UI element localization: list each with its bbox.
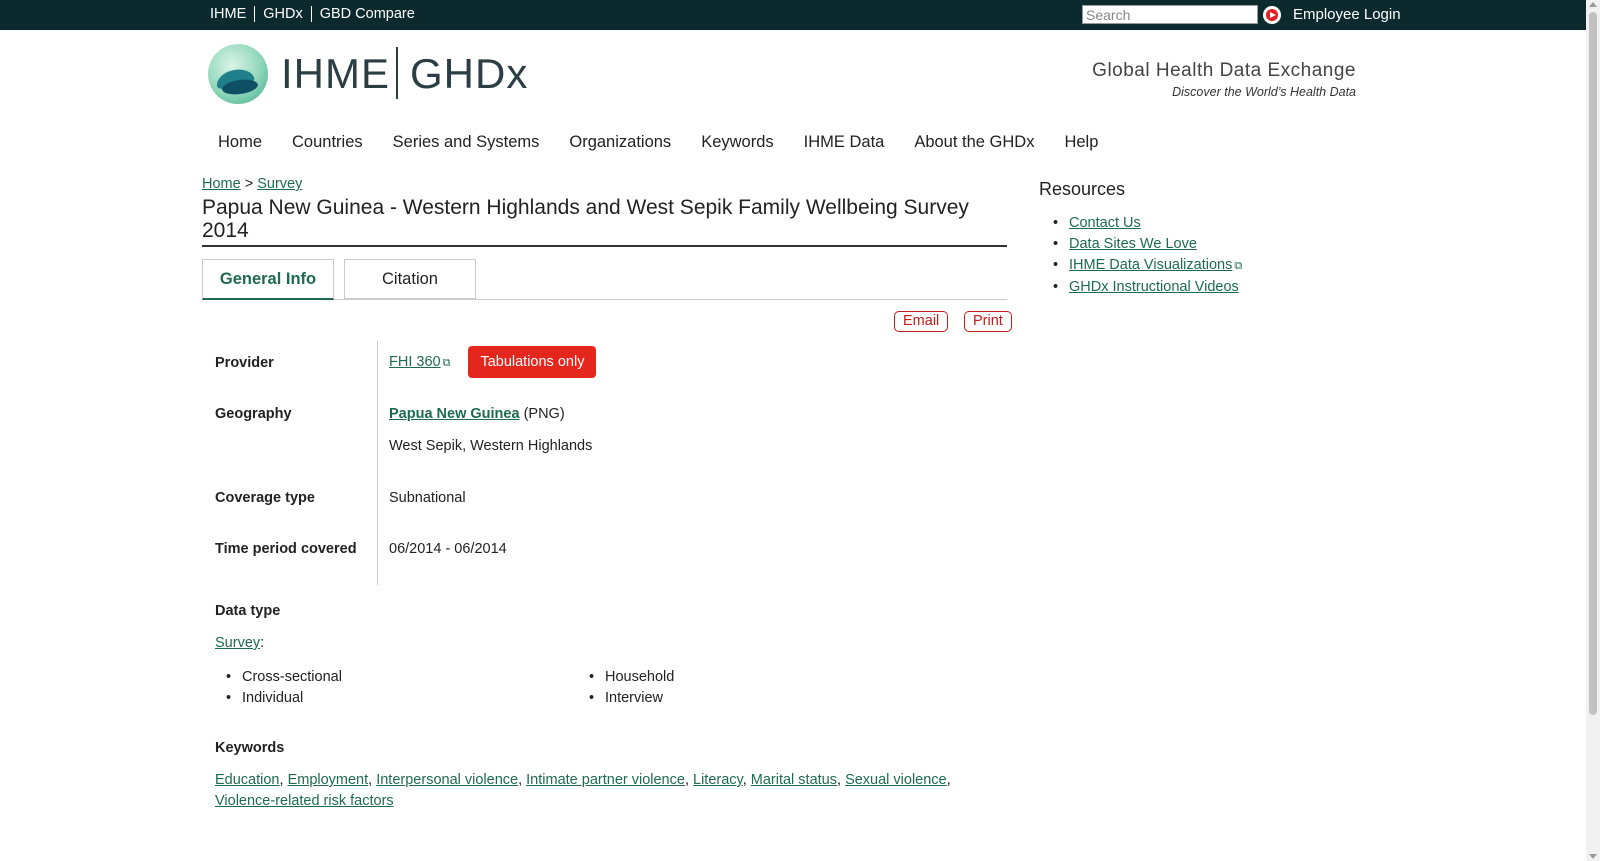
geography-label: Geography: [215, 406, 292, 422]
geography-country-link[interactable]: Papua New Guinea: [389, 406, 520, 422]
scroll-down-arrow-icon[interactable]: [1589, 854, 1597, 859]
resources-title: Resources: [1039, 179, 1126, 199]
list-item: Household: [578, 667, 674, 688]
employee-login-link[interactable]: Employee Login: [1293, 6, 1401, 23]
search-go-button[interactable]: [1263, 6, 1281, 24]
resource-item: Contact Us: [1053, 213, 1242, 234]
coverage-type-value: Subnational: [389, 490, 466, 506]
print-button[interactable]: Print: [964, 311, 1012, 332]
keyword-link[interactable]: Sexual violence: [845, 772, 947, 788]
resources-list: Contact Us Data Sites We Love IHME Data …: [1053, 213, 1243, 298]
coverage-type-label: Coverage type: [215, 490, 315, 506]
top-link-ihme[interactable]: IHME: [203, 6, 254, 22]
top-link-ghdx[interactable]: GHDx: [254, 6, 310, 22]
page-scrollbar[interactable]: [1586, 0, 1600, 861]
top-utility-bar: IHME GHDx GBD Compare Employee Login: [0, 0, 1586, 30]
main-nav: Home Countries Series and Systems Organi…: [218, 133, 1128, 152]
provider-value: FHI 360 ⧉ Tabulations only: [389, 346, 597, 379]
provider-label: Provider: [215, 355, 274, 371]
email-button[interactable]: Email: [894, 311, 949, 332]
tagline-subtitle: Discover the World’s Health Data: [1172, 85, 1356, 99]
keywords-label: Keywords: [215, 740, 285, 756]
breadcrumb-separator: >: [244, 176, 254, 192]
resource-ghdx-videos[interactable]: GHDx Instructional Videos: [1069, 279, 1239, 295]
geography-value: Papua New Guinea (PNG): [389, 406, 565, 422]
nav-keywords[interactable]: Keywords: [701, 133, 773, 152]
resource-item: IHME Data Visualizations⧉: [1053, 255, 1243, 277]
resource-data-sites[interactable]: Data Sites We Love: [1069, 236, 1197, 252]
scroll-thumb[interactable]: [1589, 12, 1597, 715]
top-link-gbd-compare[interactable]: GBD Compare: [310, 6, 423, 22]
keyword-link[interactable]: Education: [215, 772, 280, 788]
resource-ihme-viz[interactable]: IHME Data Visualizations: [1069, 257, 1232, 273]
tabulations-only-badge[interactable]: Tabulations only: [468, 346, 597, 379]
keyword-link[interactable]: Interpersonal violence: [376, 772, 518, 788]
keyword-link[interactable]: Marital status: [751, 772, 837, 788]
list-item: Individual: [215, 688, 342, 709]
provider-link[interactable]: FHI 360: [389, 354, 441, 370]
data-type-label: Data type: [215, 603, 281, 619]
nav-ihme-data[interactable]: IHME Data: [804, 133, 885, 152]
geography-subnational: West Sepik, Western Highlands: [389, 438, 593, 454]
data-type-list-col1: Cross-sectional Individual: [215, 667, 342, 709]
tab-general-info[interactable]: General Info: [202, 259, 334, 300]
external-link-icon: ⧉: [442, 357, 451, 369]
external-link-icon: ⧉: [1234, 260, 1243, 272]
tab-bar: General Info Citation: [202, 259, 1007, 300]
play-arrow-icon: [1270, 12, 1276, 18]
time-period-value: 06/2014 - 06/2014: [389, 541, 507, 557]
top-links: IHME GHDx GBD Compare: [203, 6, 423, 22]
resource-item: GHDx Instructional Videos: [1053, 277, 1242, 298]
data-type-list-col2: Household Interview: [578, 667, 674, 709]
page-title: Papua New Guinea - Western Highlands and…: [202, 196, 1007, 247]
keyword-link[interactable]: Employment: [288, 772, 369, 788]
breadcrumb-home[interactable]: Home: [202, 176, 241, 192]
keyword-link[interactable]: Literacy: [693, 772, 743, 788]
nav-help[interactable]: Help: [1064, 133, 1098, 152]
nav-home[interactable]: Home: [218, 133, 262, 152]
data-type-value: Survey:: [215, 635, 265, 651]
tagline-title: Global Health Data Exchange: [1092, 60, 1356, 81]
breadcrumb-survey[interactable]: Survey: [257, 176, 302, 192]
search-input[interactable]: [1082, 5, 1258, 24]
list-item: Cross-sectional: [215, 667, 342, 688]
geography-code: (PNG): [523, 406, 565, 422]
keyword-link[interactable]: Violence-related risk factors: [215, 793, 394, 809]
logo-divider: [396, 47, 398, 99]
breadcrumb: Home > Survey: [202, 176, 302, 192]
tab-citation[interactable]: Citation: [344, 259, 476, 300]
field-divider: [377, 341, 378, 585]
nav-organizations[interactable]: Organizations: [569, 133, 671, 152]
nav-series-and-systems[interactable]: Series and Systems: [393, 133, 540, 152]
keyword-link[interactable]: Intimate partner violence: [526, 772, 685, 788]
logo-ihme-text[interactable]: IHME: [281, 50, 390, 98]
resource-contact-us[interactable]: Contact Us: [1069, 215, 1141, 231]
keywords-list: Education, Employment, Interpersonal vio…: [215, 772, 951, 809]
list-item: Interview: [578, 688, 674, 709]
data-type-survey-link[interactable]: Survey: [215, 635, 260, 651]
scroll-up-arrow-icon[interactable]: [1589, 2, 1597, 7]
ihme-logo-icon[interactable]: [208, 44, 268, 104]
nav-countries[interactable]: Countries: [292, 133, 363, 152]
time-period-label: Time period covered: [215, 541, 357, 557]
logo-ghdx-text[interactable]: GHDx: [410, 50, 528, 98]
nav-about-ghdx[interactable]: About the GHDx: [914, 133, 1034, 152]
resource-item: Data Sites We Love: [1053, 234, 1242, 255]
